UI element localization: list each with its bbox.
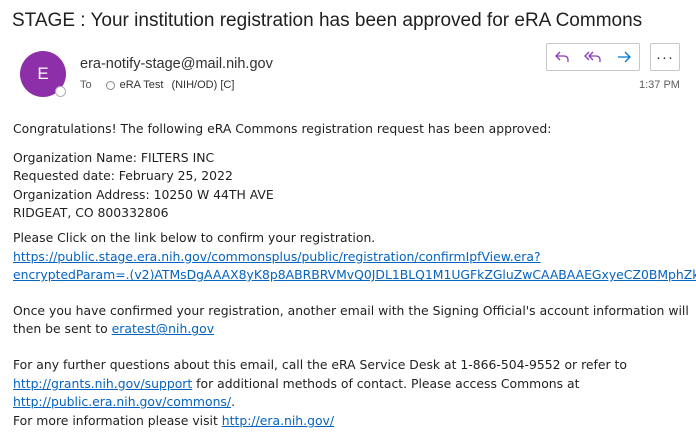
requested-date: Requested date: February 25, 2022 xyxy=(13,168,233,184)
commons-link[interactable]: http://public.era.nih.gov/commons/ xyxy=(13,394,231,409)
received-time: 1:37 PM xyxy=(639,79,680,91)
questions-text-1: For any further questions about this ema… xyxy=(13,356,627,372)
recipient-org: (NIH/OD) [C] xyxy=(171,79,235,91)
org-address: Organization Address: 10250 W 44TH AVE xyxy=(13,186,274,202)
commons-line: http://public.era.nih.gov/commons/. xyxy=(13,393,696,412)
congrats-text: Congratulations! The following eRA Commo… xyxy=(13,121,552,136)
questions-suffix: for additional methods of contact. Pleas… xyxy=(192,375,580,391)
sender-address[interactable]: era-notify-stage@mail.nih.gov xyxy=(80,56,273,72)
more-info-line: For more information please visit http:/… xyxy=(13,412,696,431)
reply-actions xyxy=(546,43,640,71)
email-subject: STAGE : Your institution registration ha… xyxy=(12,10,643,31)
eratest-email-link[interactable]: eratest@nih.gov xyxy=(112,321,214,336)
confirmed-text-2: then be sent to eratest@nih.gov xyxy=(13,320,696,339)
forward-button[interactable] xyxy=(608,44,639,70)
confirmed-text-1: Once you have confirmed your registratio… xyxy=(13,302,689,318)
click-instruction: Please Click on the link below to confir… xyxy=(13,229,376,245)
forward-icon xyxy=(617,51,631,63)
confirm-registration-link-1[interactable]: https://public.stage.era.nih.gov/commons… xyxy=(13,249,541,264)
more-actions-button[interactable]: ··· xyxy=(650,43,680,71)
reply-all-button[interactable] xyxy=(578,44,609,70)
reply-all-icon xyxy=(584,51,601,62)
era-link[interactable]: http://era.nih.gov/ xyxy=(222,413,334,428)
email-body: Congratulations! The following eRA Commo… xyxy=(13,120,696,430)
support-link[interactable]: http://grants.nih.gov/support xyxy=(13,376,192,391)
org-city: RIDGEAT, CO 800332806 xyxy=(13,205,169,221)
questions-text-2: http://grants.nih.gov/support for additi… xyxy=(13,375,696,394)
confirm-registration-link-2[interactable]: encryptedParam=.(v2)ATMsDgAAAX8yK8p8ABRB… xyxy=(13,267,696,282)
confirm-link-wrapper: https://public.stage.era.nih.gov/commons… xyxy=(13,248,696,267)
recipient-presence-icon xyxy=(105,80,115,90)
recipient-row: To eRA Test (NIH/OD) [C] xyxy=(80,79,234,91)
reply-button[interactable] xyxy=(547,44,578,70)
confirmed-prefix: then be sent to xyxy=(13,321,112,337)
confirm-link-wrapper-2: encryptedParam=.(v2)ATMsDgAAAX8yK8p8ABRB… xyxy=(13,266,696,285)
recipient-name[interactable]: eRA Test xyxy=(120,79,164,91)
commons-period: . xyxy=(231,394,236,410)
org-name: Organization Name: FILTERS INC xyxy=(13,149,215,165)
avatar-initial: E xyxy=(37,64,49,83)
to-label: To xyxy=(80,79,92,91)
presence-status-icon xyxy=(55,86,66,97)
reply-icon xyxy=(555,51,569,62)
more-info-prefix: For more information please visit xyxy=(13,412,222,428)
